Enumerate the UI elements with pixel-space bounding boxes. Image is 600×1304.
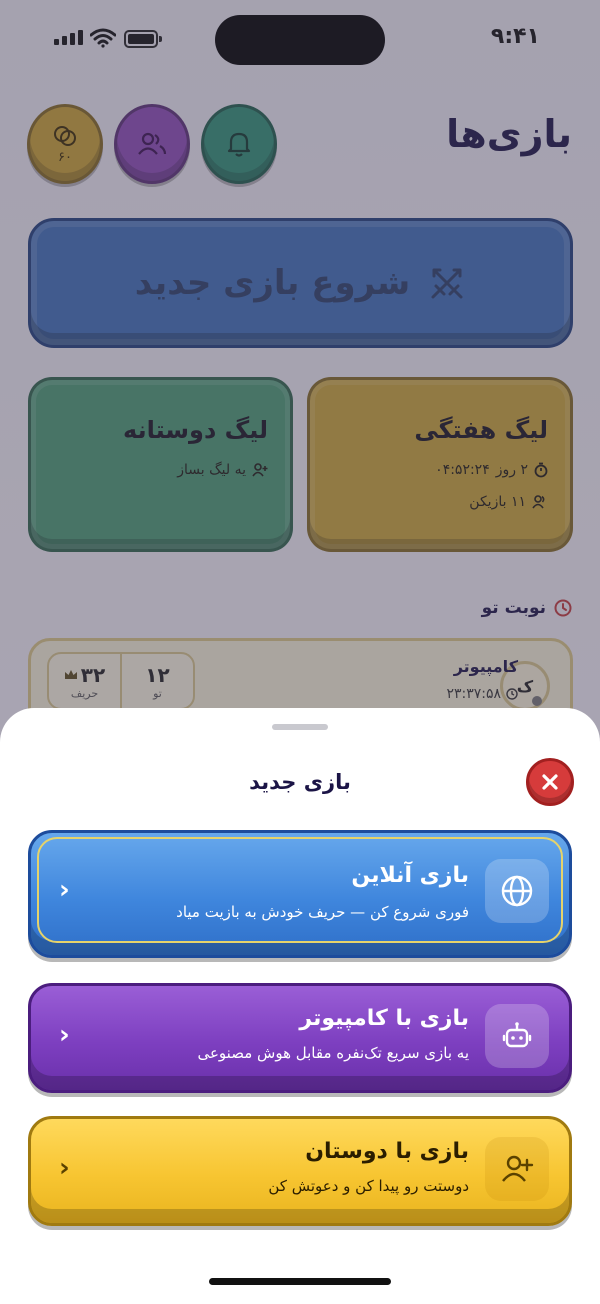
- globe-icon-tile: [485, 859, 549, 923]
- friends-game-subtitle: دوستت رو پیدا کن و دعوتش کن: [268, 1177, 469, 1195]
- sheet-title: بازی جدید: [249, 770, 351, 794]
- online-game-option[interactable]: بازی آنلاین فوری شروع کن — حریف خودش به …: [28, 830, 572, 958]
- add-user-icon-tile: [485, 1137, 549, 1201]
- add-user-icon: [502, 1155, 534, 1182]
- computer-game-subtitle: یه بازی سریع تک‌نفره مقابل هوش مصنوعی: [197, 1044, 469, 1062]
- chevron-left-icon: ‹: [59, 1153, 70, 1183]
- friends-game-option[interactable]: بازی با دوستان دوستت رو پیدا کن و دعوتش …: [28, 1116, 572, 1226]
- chevron-left-icon: ‹: [59, 1020, 70, 1050]
- close-button[interactable]: [526, 758, 574, 806]
- close-icon: [542, 774, 558, 790]
- online-game-title: بازی آنلاین: [351, 863, 469, 888]
- robot-icon: [502, 1022, 532, 1048]
- screen: ۹:۴۱ بازی‌ها ۶۰ شروع بازی جدید لیگ هفتگی: [0, 0, 600, 1304]
- home-indicator[interactable]: [209, 1278, 391, 1285]
- computer-game-title: بازی با کامپیوتر: [299, 1006, 469, 1031]
- chevron-left-icon: ‹: [59, 875, 70, 905]
- sheet-grabber[interactable]: [272, 724, 328, 730]
- globe-icon: [501, 875, 533, 907]
- friends-game-title: بازی با دوستان: [305, 1139, 469, 1164]
- robot-icon-tile: [485, 1004, 549, 1068]
- computer-game-option[interactable]: بازی با کامپیوتر یه بازی سریع تک‌نفره مق…: [28, 983, 572, 1093]
- new-game-sheet: بازی جدید بازی آنلاین فوری شروع کن — حری…: [0, 708, 600, 1304]
- online-game-subtitle: فوری شروع کن — حریف خودش به بازیت میاد: [176, 903, 469, 921]
